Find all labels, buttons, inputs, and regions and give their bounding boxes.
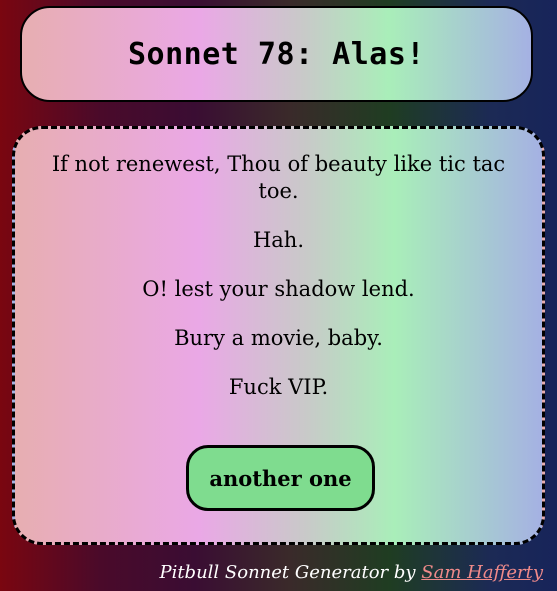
poem-line: Fuck VIP. — [228, 375, 329, 399]
sonnet-card: If not renewest, Thou of beauty like tic… — [12, 126, 545, 545]
poem-line: O! lest your shadow lend. — [142, 277, 415, 301]
poem-line: If not renewest, Thou of beauty like tic… — [51, 152, 506, 203]
another-one-button[interactable]: another one — [186, 445, 375, 511]
poem-text: If not renewest, Thou of beauty like tic… — [45, 151, 512, 423]
poem-line: Bury a movie, baby. — [174, 326, 383, 350]
page-title: Sonnet 78: Alas! — [128, 36, 425, 72]
footer: Pitbull Sonnet Generator by Sam Hafferty — [159, 562, 543, 583]
title-card: Sonnet 78: Alas! — [20, 6, 533, 102]
author-link[interactable]: Sam Hafferty — [421, 562, 543, 583]
poem-line: Hah. — [252, 228, 305, 252]
footer-credit: Pitbull Sonnet Generator by — [159, 562, 422, 583]
